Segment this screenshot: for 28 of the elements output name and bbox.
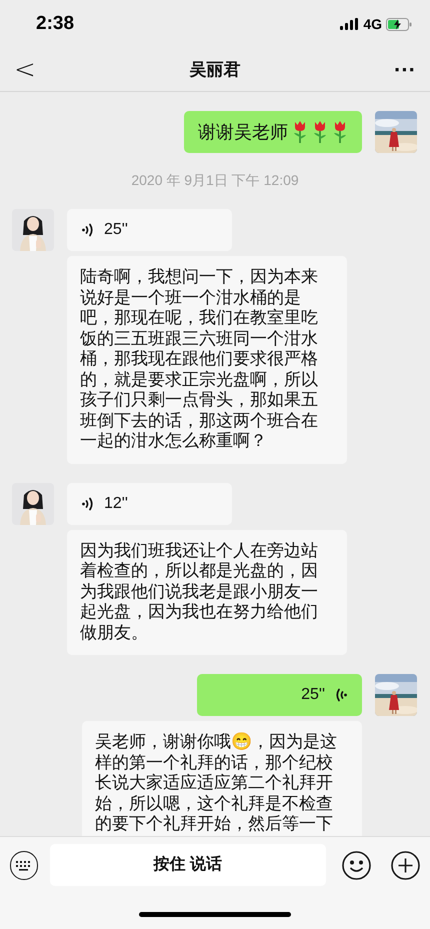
signal-icon: [340, 18, 360, 30]
more-button[interactable]: ···: [386, 58, 416, 80]
transcription-text: 吴老师，谢谢你哦😁，因为是这样的第一个礼拜的话，那个纪校长说大家适应适应第二个礼拜开始，所以嗯，这个礼拜是不检查的要下个礼拜开始，然后等一下: [82, 721, 362, 836]
voice-message[interactable]: 25'': [197, 674, 362, 716]
plus-icon: [391, 851, 420, 880]
network-label: 4G: [363, 14, 382, 34]
keyboard-button[interactable]: [10, 851, 38, 880]
back-button[interactable]: <: [14, 56, 44, 82]
transcription-text: 因为我们班我还让个人在旁边站着检查的，所以都是光盘的，因为我跟他们说我老是跟小朋友一起光盘，因为我也在努力给他们做朋友。: [67, 530, 347, 655]
voice-wave-icon: [81, 496, 95, 512]
chat-title: 吴丽君: [190, 58, 240, 81]
rose-icon: [332, 120, 348, 144]
rose-icon: [312, 120, 328, 144]
transcription-text: 陆奇啊，我想问一下，因为本来说好是一个班一个泔水桶的是吧，那现在呢，我们在教室里吃饭的三五班跟三六班同一个泔水桶，那我现在跟他们要求很严格的，就是要求正宗光盘啊，所以孩子们只剩一点骨头，那如果五班倒下去的话，那这两个班合在一起的泔水怎么称重啊？: [67, 256, 347, 464]
keyboard-icon: [16, 860, 32, 870]
hold-to-talk-button[interactable]: 按住 说话: [50, 844, 326, 886]
battery-charging-icon: [386, 18, 412, 30]
voice-message[interactable]: 25'': [67, 209, 232, 251]
smiley-icon: [342, 851, 371, 880]
rose-icon: [292, 120, 308, 144]
message-text: 谢谢吴老师: [198, 120, 288, 144]
emoji-button[interactable]: [342, 851, 371, 880]
voice-wave-icon: [81, 222, 95, 238]
voice-message[interactable]: 12'': [67, 482, 232, 524]
voice-wave-icon: [334, 687, 348, 703]
status-time: 2:38: [36, 12, 74, 36]
plus-button[interactable]: [391, 851, 420, 880]
timestamp: 2020 年 9月1日 下午 12:09: [131, 171, 299, 190]
